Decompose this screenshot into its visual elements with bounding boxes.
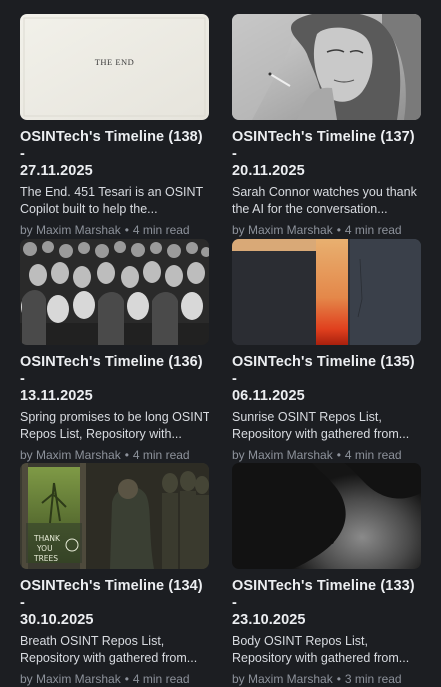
post-author: by Maxim Marshak (232, 223, 333, 237)
post-read-time: 4 min read (132, 448, 190, 462)
post-read-time: 4 min read (344, 448, 402, 462)
dark-body-silhouette-graphic (232, 463, 421, 569)
post-title[interactable]: OSINTech's Timeline (138) - 27.11.2025 (20, 129, 209, 180)
post-read-time: 3 min read (344, 672, 402, 686)
post-title-line2: 27.11.2025 (20, 163, 93, 179)
post-title[interactable]: OSINTech's Timeline (135) - 06.11.2025 (232, 354, 421, 405)
post-excerpt: Breath OSINT Repos List, Repository with… (20, 633, 209, 667)
post-excerpt-line1: Body OSINT Repos List, (232, 634, 368, 648)
post-card[interactable]: OSINTech's Timeline (137) - 20.11.2025 S… (232, 14, 421, 238)
meta-separator: • (336, 448, 341, 462)
post-read-time: 4 min read (132, 223, 190, 237)
thank-you-trees-graphic: THANK YOU TREES (20, 463, 209, 569)
the-end-page-image[interactable]: THE END (20, 14, 209, 120)
meta-separator: • (124, 223, 129, 237)
woman-smoking-sketch-image[interactable] (232, 14, 421, 120)
post-meta: by Maxim Marshak • 4 min read (232, 222, 421, 238)
crowd-of-dolls-graphic (20, 239, 209, 345)
crowd-of-dolls-image[interactable] (20, 239, 209, 345)
post-excerpt: Body OSINT Repos List, Repository with g… (232, 633, 421, 667)
post-title-line2: 13.11.2025 (20, 388, 93, 404)
post-card[interactable]: OSINTech's Timeline (136) - 13.11.2025 S… (20, 239, 209, 463)
post-excerpt-line2: Repos List, Repository with... (20, 427, 182, 441)
post-excerpt-line1: Spring promises to be long OSINT (20, 410, 209, 424)
post-excerpt-line2: Repository with gathered from... (232, 427, 410, 441)
post-meta: by Maxim Marshak • 4 min read (20, 222, 209, 238)
trees-text-line1: THANK (33, 534, 61, 543)
post-title-line1: OSINTech's Timeline (137) - (232, 129, 415, 162)
post-read-time: 4 min read (132, 672, 190, 686)
post-meta: by Maxim Marshak • 4 min read (20, 447, 209, 463)
the-end-text: THE END (95, 57, 135, 67)
dark-body-silhouette-image[interactable] (232, 463, 421, 569)
trees-text-line3: TREES (33, 554, 58, 563)
post-title[interactable]: OSINTech's Timeline (137) - 20.11.2025 (232, 129, 421, 180)
post-title-line2: 23.10.2025 (232, 612, 306, 628)
meta-separator: • (124, 448, 129, 462)
post-excerpt-line1: Breath OSINT Repos List, (20, 634, 165, 648)
post-card[interactable]: THE END OSINTech's Timeline (138) - 27.1… (20, 14, 209, 238)
post-title[interactable]: OSINTech's Timeline (133) - 23.10.2025 (232, 578, 421, 629)
post-read-time: 4 min read (344, 223, 402, 237)
post-meta: by Maxim Marshak • 4 min read (20, 671, 209, 687)
thank-you-trees-image[interactable]: THANK YOU TREES (20, 463, 209, 569)
post-title-line1: OSINTech's Timeline (136) - (20, 354, 203, 387)
post-author: by Maxim Marshak (20, 672, 121, 686)
post-title-line2: 06.11.2025 (232, 388, 305, 404)
abstract-sunrise-graphic (232, 239, 421, 345)
the-end-page-graphic: THE END (20, 14, 209, 120)
post-excerpt-line2: Copilot built to help the... (20, 202, 158, 216)
post-title-line1: OSINTech's Timeline (135) - (232, 354, 415, 387)
post-excerpt: Sunrise OSINT Repos List, Repository wit… (232, 409, 421, 443)
post-excerpt-line2: the AI for the conversation... (232, 202, 388, 216)
post-excerpt-line1: Sarah Connor watches you thank (232, 185, 417, 199)
post-author: by Maxim Marshak (232, 448, 333, 462)
woman-smoking-graphic (232, 14, 421, 120)
post-excerpt-line2: Repository with gathered from... (232, 651, 410, 665)
post-title-line1: OSINTech's Timeline (138) - (20, 129, 203, 162)
post-author: by Maxim Marshak (20, 448, 121, 462)
post-title-line1: OSINTech's Timeline (134) - (20, 578, 203, 611)
post-author: by Maxim Marshak (232, 672, 333, 686)
meta-separator: • (336, 223, 341, 237)
post-excerpt: Spring promises to be long OSINT Repos L… (20, 409, 209, 443)
post-title-line2: 30.10.2025 (20, 612, 94, 628)
post-title[interactable]: OSINTech's Timeline (136) - 13.11.2025 (20, 354, 209, 405)
abstract-sunrise-image[interactable] (232, 239, 421, 345)
post-meta: by Maxim Marshak • 4 min read (232, 447, 421, 463)
post-excerpt-line2: Repository with gathered from... (20, 651, 198, 665)
post-excerpt-line1: Sunrise OSINT Repos List, (232, 410, 382, 424)
post-title-line1: OSINTech's Timeline (133) - (232, 578, 415, 611)
post-card[interactable]: OSINTech's Timeline (135) - 06.11.2025 S… (232, 239, 421, 463)
trees-text-line2: YOU (36, 544, 53, 553)
post-meta: by Maxim Marshak • 3 min read (232, 671, 421, 687)
post-title-line2: 20.11.2025 (232, 163, 305, 179)
meta-separator: • (124, 672, 129, 686)
meta-separator: • (336, 672, 341, 686)
post-author: by Maxim Marshak (20, 223, 121, 237)
post-card[interactable]: OSINTech's Timeline (133) - 23.10.2025 B… (232, 463, 421, 687)
posts-grid: THE END OSINTech's Timeline (138) - 27.1… (0, 0, 441, 686)
post-card[interactable]: THANK YOU TREES OSINTech's Timeline (134… (20, 463, 209, 687)
post-excerpt: The End. 451 Tesari is an OSINT Copilot … (20, 184, 209, 218)
post-excerpt-line1: The End. 451 Tesari is an OSINT (20, 185, 204, 199)
post-title[interactable]: OSINTech's Timeline (134) - 30.10.2025 (20, 578, 209, 629)
post-excerpt: Sarah Connor watches you thank the AI fo… (232, 184, 421, 218)
